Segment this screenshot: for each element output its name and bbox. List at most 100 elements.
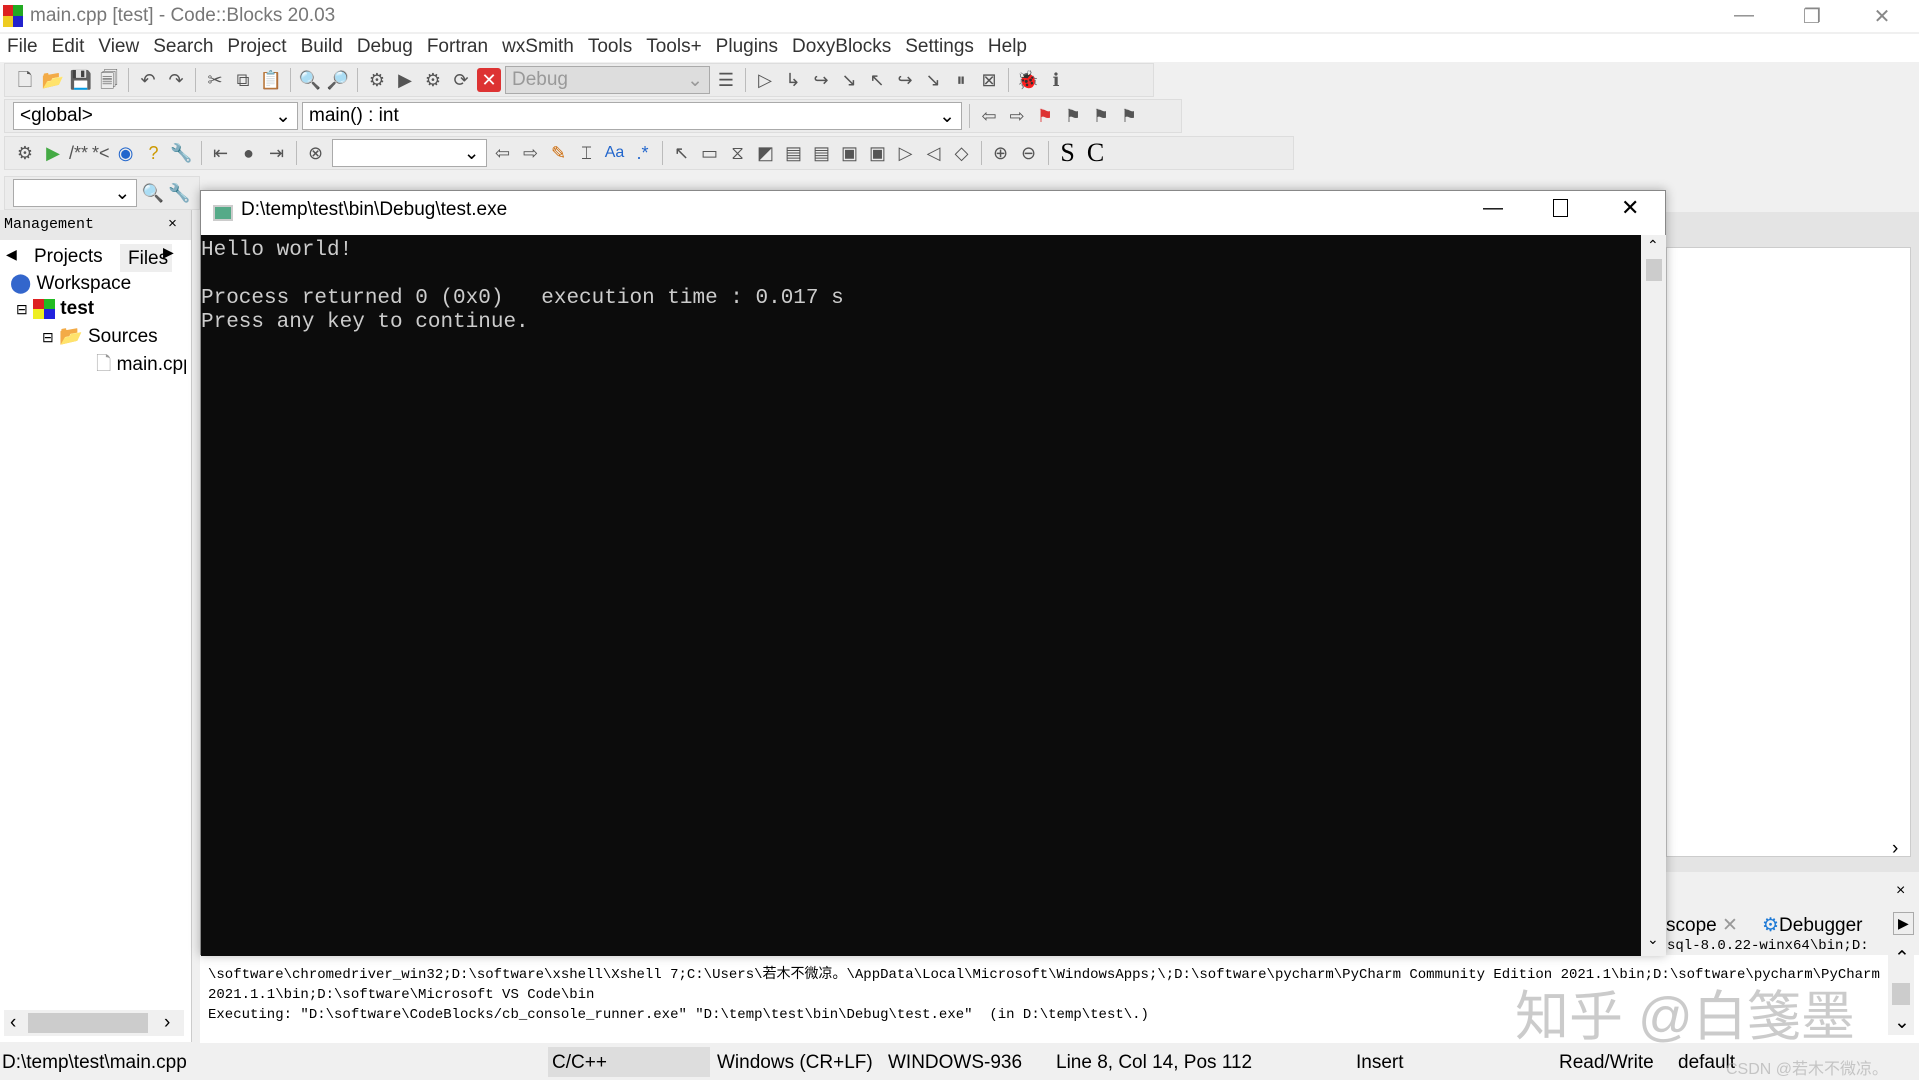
html-docs-icon[interactable]: ◉: [114, 141, 138, 165]
scroll-right-icon[interactable]: ›: [164, 1012, 170, 1034]
close-icon[interactable]: ×: [1896, 882, 1905, 900]
tab-debugger[interactable]: ⚙Debugger: [1762, 914, 1863, 937]
prev-bookmark-icon[interactable]: ⚑: [1061, 104, 1085, 128]
workspace-node[interactable]: ⬤ Workspace: [10, 272, 131, 295]
build-run-icon[interactable]: ⚙: [421, 68, 445, 92]
step-into-instruction-icon[interactable]: ↘: [921, 68, 945, 92]
scroll-thumb[interactable]: [1646, 259, 1662, 281]
chm-help-icon[interactable]: ?: [142, 141, 166, 165]
find-icon[interactable]: 🔍: [298, 68, 322, 92]
sources-node[interactable]: ⊟ 📂 Sources: [42, 324, 158, 348]
tab-scroll-right-icon[interactable]: ▶: [1893, 912, 1914, 935]
stop-debug-icon[interactable]: ⊠: [977, 68, 1001, 92]
highlight-icon[interactable]: ✎: [547, 141, 571, 165]
menu-project[interactable]: Project: [220, 34, 293, 62]
zoom-out-icon[interactable]: ⊖: [1017, 141, 1041, 165]
bookmark-flag-icon[interactable]: ⚑: [1033, 104, 1057, 128]
scroll-thumb[interactable]: [1892, 983, 1910, 1005]
collapse-icon[interactable]: ⊟: [16, 301, 28, 317]
run-icon[interactable]: ▶: [393, 68, 417, 92]
log-scrollbar[interactable]: ⌃ ⌄: [1888, 945, 1914, 1035]
while-loop-icon[interactable]: ▤: [782, 141, 806, 165]
scroll-down-icon[interactable]: ⌄: [1647, 931, 1659, 948]
extract-docs-icon[interactable]: ▶: [41, 141, 65, 165]
block-icon[interactable]: ▣: [866, 141, 890, 165]
paste-icon[interactable]: 📋: [259, 68, 283, 92]
menu-view[interactable]: View: [91, 34, 146, 62]
scroll-left-icon[interactable]: ‹: [10, 1012, 16, 1034]
scroll-down-icon[interactable]: ⌄: [1894, 1011, 1910, 1034]
editor-pane[interactable]: [1666, 247, 1911, 857]
jump-back-icon[interactable]: ⇤: [209, 141, 233, 165]
replace-icon[interactable]: 🔎: [326, 68, 350, 92]
copy-icon[interactable]: ⧉: [231, 68, 255, 92]
clear-bookmarks-icon[interactable]: ⚑: [1117, 104, 1141, 128]
undo-icon[interactable]: ↶: [136, 68, 160, 92]
select-pointer-icon[interactable]: ↖: [670, 141, 694, 165]
match-case-button[interactable]: Aa: [603, 141, 627, 165]
if-block-icon[interactable]: ⧖: [726, 141, 750, 165]
maximize-button[interactable]: [1553, 199, 1568, 217]
console-output[interactable]: Hello world! Process returned 0 (0x0) ex…: [201, 235, 1641, 956]
scroll-up-icon[interactable]: ⌃: [1647, 237, 1659, 254]
zoom-in-icon[interactable]: ⊕: [989, 141, 1013, 165]
rebuild-icon[interactable]: ⟳: [449, 68, 473, 92]
break-icon[interactable]: ▷: [894, 141, 918, 165]
build-gear-icon[interactable]: ⚙: [365, 68, 389, 92]
menu-fortran[interactable]: Fortran: [420, 34, 495, 62]
menu-wxsmith[interactable]: wxSmith: [495, 34, 581, 62]
file-node[interactable]: 🗋 main.cpp: [96, 350, 186, 382]
abort-icon[interactable]: ✕: [477, 68, 501, 92]
tab-scroll-left-icon[interactable]: ◀: [6, 246, 17, 263]
step-out-icon[interactable]: ↖: [865, 68, 889, 92]
return-icon[interactable]: ◇: [950, 141, 974, 165]
menu-settings[interactable]: Settings: [898, 34, 981, 62]
save-all-icon[interactable]: 🗐: [97, 68, 121, 92]
block-comment-button[interactable]: /**: [69, 141, 88, 165]
for-loop-icon[interactable]: ▣: [838, 141, 862, 165]
next-instruction-icon[interactable]: ↪: [893, 68, 917, 92]
run-to-cursor-icon[interactable]: ↳: [781, 68, 805, 92]
back-arrow-icon[interactable]: ⇦: [977, 104, 1001, 128]
regex-button[interactable]: .*: [631, 141, 655, 165]
tab-projects[interactable]: Projects: [26, 240, 116, 272]
pause-icon[interactable]: ⏸: [949, 68, 973, 92]
menu-tools-plus[interactable]: Tools+: [639, 34, 708, 62]
settings-wrench-icon[interactable]: 🔧: [168, 181, 191, 205]
debug-run-icon[interactable]: ▷: [753, 68, 777, 92]
collapse-icon[interactable]: ⊟: [42, 329, 54, 345]
close-button[interactable]: ✕: [1621, 195, 1639, 221]
do-while-icon[interactable]: ▤: [810, 141, 834, 165]
menu-plugins[interactable]: Plugins: [709, 34, 785, 62]
menu-file[interactable]: File: [0, 34, 45, 62]
minimize-button[interactable]: —: [1724, 4, 1764, 28]
horizontal-scrollbar[interactable]: ‹ ›: [4, 1010, 184, 1036]
minimize-button[interactable]: —: [1483, 197, 1503, 220]
export-source-button[interactable]: S: [1056, 140, 1080, 166]
instruction-block-icon[interactable]: ▭: [698, 141, 722, 165]
close-tab-icon[interactable]: ✕: [1722, 915, 1738, 936]
close-button[interactable]: ✕: [1862, 4, 1902, 28]
switch-block-icon[interactable]: ◩: [754, 141, 778, 165]
redo-icon[interactable]: ↷: [164, 68, 188, 92]
menu-edit[interactable]: Edit: [45, 34, 92, 62]
scroll-right-icon[interactable]: ›: [1892, 838, 1898, 860]
build-target-select[interactable]: Debug ⌄: [505, 66, 710, 94]
symbol-search-input[interactable]: ⌄: [13, 179, 138, 207]
continue-icon[interactable]: ◁: [922, 141, 946, 165]
next-line-icon[interactable]: ↪: [809, 68, 833, 92]
tab-scope[interactable]: scope ✕: [1666, 914, 1738, 937]
menu-search[interactable]: Search: [146, 34, 220, 62]
selected-text-only-icon[interactable]: ⌶: [575, 141, 599, 165]
scroll-up-icon[interactable]: ⌃: [1894, 947, 1910, 970]
export-chart-button[interactable]: C: [1084, 140, 1108, 166]
new-file-icon[interactable]: 🗋: [13, 68, 37, 92]
next-bookmark-icon[interactable]: ⚑: [1089, 104, 1113, 128]
save-icon[interactable]: 💾: [69, 68, 93, 92]
menu-build[interactable]: Build: [294, 34, 350, 62]
project-node[interactable]: ⊟ test: [16, 298, 94, 320]
close-icon[interactable]: ×: [168, 216, 177, 233]
preferences-wrench-icon[interactable]: 🔧: [170, 141, 194, 165]
forward-arrow-icon[interactable]: ⇨: [1005, 104, 1029, 128]
scope-select[interactable]: <global> ⌄: [13, 102, 298, 130]
